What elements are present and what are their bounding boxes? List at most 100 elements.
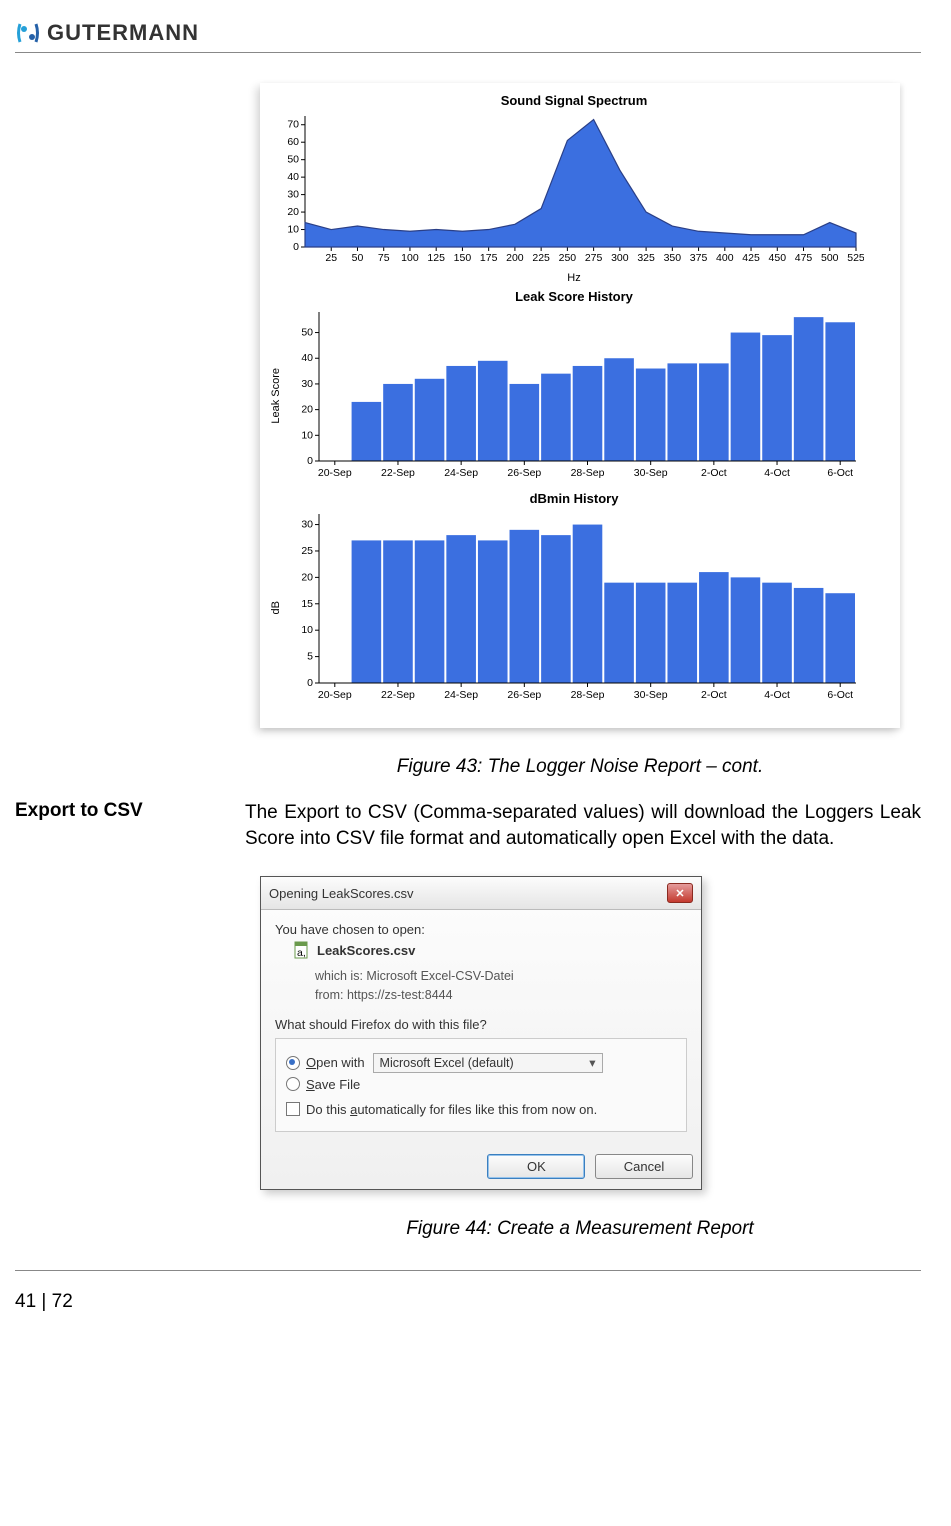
svg-text:0: 0 [293, 241, 299, 253]
label-open-with[interactable]: Open with [306, 1055, 365, 1070]
chart-dbmin-svg: 05101520253020-Sep22-Sep24-Sep26-Sep28-S… [284, 508, 864, 703]
svg-text:30-Sep: 30-Sep [634, 467, 668, 479]
chart-leakscore-title: Leak Score History [270, 289, 878, 304]
dialog-from-label: from: [315, 988, 343, 1002]
chart-leakscore: Leak Score History Leak Score 0 10 20 30 40 5… [270, 289, 878, 486]
svg-text:22-Sep: 22-Sep [381, 689, 415, 701]
dialog-whichis-label: which is: [315, 969, 363, 983]
checkbox-auto[interactable] [286, 1102, 300, 1116]
svg-text:70: 70 [287, 119, 299, 131]
dialog-from-value: https://zs-test:8444 [347, 988, 453, 1002]
ok-button[interactable]: OK [487, 1154, 585, 1179]
svg-text:2-Oct: 2-Oct [701, 467, 727, 479]
svg-text:4-Oct: 4-Oct [764, 467, 790, 479]
svg-text:50: 50 [287, 154, 299, 166]
svg-text:200: 200 [506, 252, 524, 264]
svg-text:30: 30 [287, 189, 299, 201]
figure-43-caption: Figure 43: The Logger Noise Report – con… [260, 756, 900, 778]
svg-text:10: 10 [301, 624, 313, 636]
file-icon: a, [293, 941, 311, 959]
svg-text:75: 75 [378, 252, 390, 264]
chart-spectrum: Sound Signal Spectrum 010203040506070255… [270, 93, 878, 284]
svg-text:4-Oct: 4-Oct [764, 689, 790, 701]
section-export-csv: Export to CSV The Export to CSV (Comma-s… [15, 800, 921, 851]
dialog-intro: You have chosen to open: [275, 922, 687, 937]
svg-text:250: 250 [559, 252, 577, 264]
svg-text:10: 10 [301, 429, 313, 441]
svg-text:20-Sep: 20-Sep [318, 467, 352, 479]
svg-text:28-Sep: 28-Sep [571, 689, 605, 701]
brand-logo: GUTERMANN [15, 20, 199, 46]
radio-save-file[interactable] [286, 1077, 300, 1091]
svg-text:300: 300 [611, 252, 629, 264]
svg-text:50: 50 [301, 327, 313, 339]
radio-open-with[interactable] [286, 1056, 300, 1070]
svg-text:6-Oct: 6-Oct [827, 689, 853, 701]
svg-text:20: 20 [301, 404, 313, 416]
logo-icon [15, 21, 41, 45]
svg-text:150: 150 [454, 252, 472, 264]
chart-spectrum-svg: 0102030405060702550751001251501752002252… [270, 110, 864, 265]
svg-text:24-Sep: 24-Sep [444, 467, 478, 479]
section-text: The Export to CSV (Comma-separated value… [245, 800, 921, 851]
svg-text:60: 60 [287, 136, 299, 148]
section-heading: Export to CSV [15, 800, 245, 851]
chart-dbmin-title: dBmin History [270, 491, 878, 506]
chart-leakscore-svg: 0 10 20 30 40 50 20-Sep 22-Sep 24-Sep 26-Sep 28-Se… [284, 306, 864, 481]
svg-text:10: 10 [287, 224, 299, 236]
svg-text:450: 450 [769, 252, 787, 264]
dialog-question: What should Firefox do with this file? [275, 1017, 687, 1032]
svg-text:400: 400 [716, 252, 734, 264]
svg-text:275: 275 [585, 252, 603, 264]
svg-text:475: 475 [795, 252, 813, 264]
svg-text:50: 50 [352, 252, 364, 264]
dialog-filename: LeakScores.csv [317, 943, 415, 958]
svg-text:375: 375 [690, 252, 708, 264]
svg-text:20: 20 [301, 571, 313, 583]
dialog-close-button[interactable]: ✕ [667, 883, 693, 903]
page-number: 41 | 72 [15, 1291, 73, 1312]
svg-text:125: 125 [427, 252, 445, 264]
svg-text:0: 0 [307, 677, 313, 689]
svg-text:0: 0 [307, 455, 313, 467]
svg-text:325: 325 [637, 252, 655, 264]
svg-text:22-Sep: 22-Sep [381, 467, 415, 479]
svg-text:20-Sep: 20-Sep [318, 689, 352, 701]
chart-spectrum-xlabel: Hz [270, 272, 878, 284]
svg-text:175: 175 [480, 252, 498, 264]
svg-text:6-Oct: 6-Oct [827, 467, 853, 479]
svg-text:24-Sep: 24-Sep [444, 689, 478, 701]
svg-text:a,: a, [297, 947, 306, 959]
chart-leakscore-ylabel: Leak Score [270, 368, 282, 424]
svg-text:28-Sep: 28-Sep [571, 467, 605, 479]
download-dialog: Opening LeakScores.csv ✕ You have chosen… [260, 876, 702, 1190]
svg-text:5: 5 [307, 651, 313, 663]
svg-text:40: 40 [287, 171, 299, 183]
svg-text:425: 425 [742, 252, 760, 264]
svg-text:30: 30 [301, 378, 313, 390]
dialog-title: Opening LeakScores.csv [269, 886, 414, 901]
svg-text:40: 40 [301, 352, 313, 364]
svg-text:500: 500 [821, 252, 839, 264]
svg-text:26-Sep: 26-Sep [507, 689, 541, 701]
select-application[interactable]: Microsoft Excel (default) [373, 1053, 603, 1073]
svg-text:26-Sep: 26-Sep [507, 467, 541, 479]
chart-dbmin-ylabel: dB [270, 601, 282, 614]
svg-text:20: 20 [287, 206, 299, 218]
brand-text: GUTERMANN [47, 20, 199, 46]
cancel-button[interactable]: Cancel [595, 1154, 693, 1179]
svg-text:30: 30 [301, 519, 313, 531]
svg-text:225: 225 [532, 252, 550, 264]
chart-spectrum-title: Sound Signal Spectrum [270, 93, 878, 108]
svg-text:350: 350 [664, 252, 682, 264]
chart-panel: Sound Signal Spectrum 010203040506070255… [260, 83, 900, 728]
svg-text:30-Sep: 30-Sep [634, 689, 668, 701]
page-footer: 41 | 72 [15, 1270, 921, 1313]
chart-dbmin: dBmin History dB 05101520253020-Sep22-Se… [270, 491, 878, 708]
label-auto[interactable]: Do this automatically for files like thi… [306, 1102, 597, 1117]
figure-44-caption: Figure 44: Create a Measurement Report [260, 1218, 900, 1240]
svg-text:100: 100 [401, 252, 419, 264]
dialog-options-frame: Open with Microsoft Excel (default) Save… [275, 1038, 687, 1132]
svg-text:25: 25 [301, 545, 313, 557]
label-save-file[interactable]: Save File [306, 1077, 360, 1092]
